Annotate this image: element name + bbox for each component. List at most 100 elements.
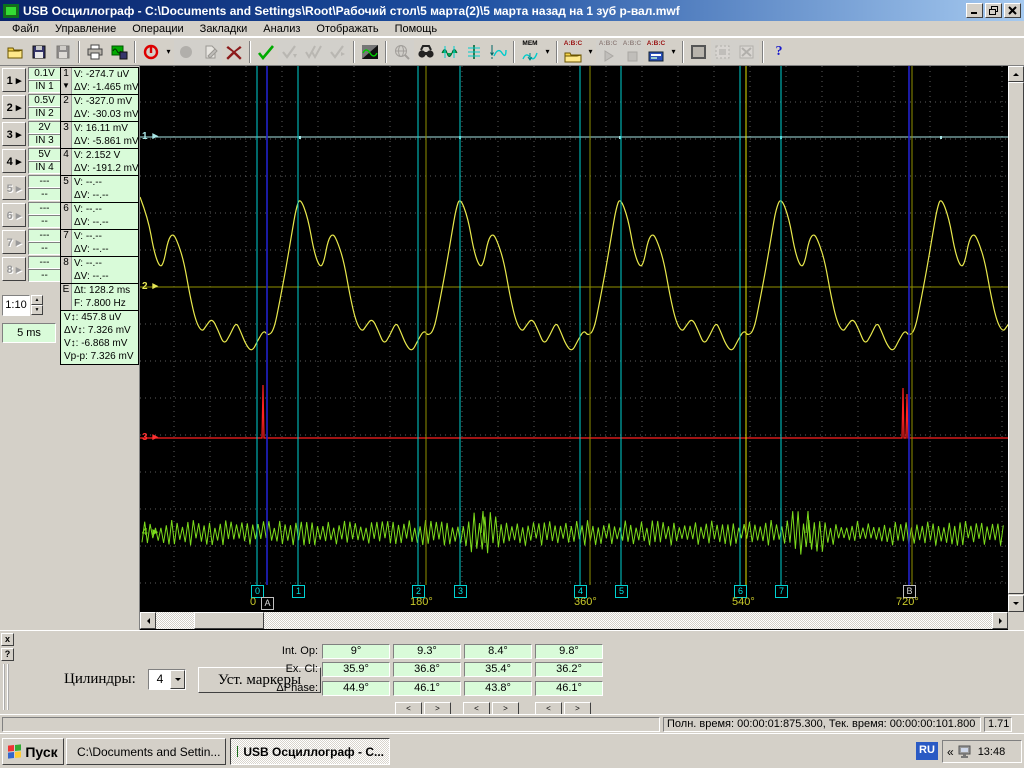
- abc-stop-button[interactable]: A:B:C: [620, 39, 644, 64]
- menu-item-5[interactable]: Отображать: [308, 22, 386, 36]
- cursor-levels-button[interactable]: [462, 39, 486, 64]
- channel-2-button[interactable]: 2 ▸: [2, 95, 26, 119]
- time-marker-5[interactable]: 5: [615, 585, 628, 598]
- menu-item-1[interactable]: Управление: [47, 22, 124, 36]
- abc-panel-dropdown[interactable]: ▾: [668, 40, 679, 64]
- channel-8-button[interactable]: 8 ▸: [2, 257, 26, 281]
- abc-panel-button[interactable]: A:B:C: [644, 39, 668, 64]
- channel-7-measurement-row: 7 V: --.-- ΔV: --.--: [61, 230, 138, 257]
- select-stipple-button[interactable]: [711, 39, 735, 64]
- minimize-button[interactable]: [966, 3, 983, 18]
- save-screen-image-button[interactable]: [107, 39, 131, 64]
- channel-1-button[interactable]: 1 ▸: [2, 68, 26, 92]
- scroll-up-button[interactable]: [1008, 66, 1024, 82]
- invert-screen-button[interactable]: [358, 39, 382, 64]
- help-button[interactable]: ?: [767, 39, 791, 64]
- channel-4-button[interactable]: 4 ▸: [2, 149, 26, 173]
- scroll-left-button[interactable]: [140, 612, 156, 629]
- power-icon: [142, 44, 160, 60]
- horizontal-scroll-thumb[interactable]: [194, 612, 264, 629]
- abc-play-button[interactable]: A:B:C: [596, 39, 620, 64]
- status-empty-field: [2, 717, 660, 732]
- taskbar-task-1[interactable]: USB Осциллограф - C...: [230, 738, 390, 765]
- channel-number: 3: [61, 122, 72, 148]
- cylinders-select[interactable]: 4: [148, 669, 186, 690]
- menu-item-3[interactable]: Закладки: [192, 22, 256, 36]
- panel-help-button[interactable]: ?: [1, 648, 14, 661]
- vertical-scroll-thumb[interactable]: [1008, 82, 1024, 594]
- apply-marker-button[interactable]: [254, 39, 278, 64]
- close-button[interactable]: [1004, 3, 1021, 18]
- open-file-button[interactable]: [3, 39, 27, 64]
- horizontal-scrollbar[interactable]: [140, 612, 1008, 629]
- apply-marker-down-button[interactable]: [278, 39, 302, 64]
- time-marker-1[interactable]: 1: [292, 585, 305, 598]
- channel-5-button[interactable]: 5 ▸: [2, 176, 26, 200]
- tray-chevron[interactable]: «: [947, 745, 954, 759]
- phase-cell-r1c1: 9°: [322, 644, 390, 659]
- cursor-wave-button[interactable]: [486, 39, 510, 64]
- attenuation-ratio-field[interactable]: 1:10: [2, 295, 30, 316]
- erase-record-button[interactable]: [222, 39, 246, 64]
- channel-voltage-value: V: 2.152 V ΔV: -191.2 mV: [74, 150, 139, 174]
- vertical-scrollbar[interactable]: [1008, 66, 1024, 612]
- phase-row-label: Ex. Cl:: [285, 663, 318, 675]
- clock: 13:48: [977, 745, 1006, 758]
- oscilloscope-icon: [237, 746, 239, 757]
- channel-5-measurement-row: 5 V: --.-- ΔV: --.--: [61, 176, 138, 203]
- search-button[interactable]: [414, 39, 438, 64]
- spin-down-button[interactable]: ▼: [31, 305, 43, 315]
- abc-open-dropdown[interactable]: ▾: [585, 40, 596, 64]
- channel-1-range-field: 0.1V: [28, 67, 61, 80]
- network-icon[interactable]: [958, 745, 974, 759]
- channel-4-trace-marker[interactable]: 4 ►: [142, 527, 160, 538]
- select-solid-button[interactable]: [687, 39, 711, 64]
- restore-button[interactable]: [985, 3, 1002, 18]
- stop-device-dropdown[interactable]: ▾: [163, 40, 174, 64]
- apply-marker-next-button[interactable]: [326, 39, 350, 64]
- save-file-button[interactable]: [27, 39, 51, 64]
- panel-close-button[interactable]: x: [1, 633, 14, 646]
- channel-7-button[interactable]: 7 ▸: [2, 230, 26, 254]
- measurements-column: 1 ▼ V: -274.7 uV ΔV: -1.465 mV 2 V: -327.0 mV…: [60, 67, 139, 365]
- taskbar-task-0[interactable]: C:\Documents and Settin...: [66, 738, 226, 765]
- memory-button[interactable]: MEM: [518, 39, 542, 64]
- stop-device-button[interactable]: [139, 39, 163, 64]
- menu-item-0[interactable]: Файл: [4, 22, 47, 36]
- channel-2-trace-marker[interactable]: 2 ►: [142, 281, 160, 292]
- invert-icon: [361, 44, 379, 60]
- language-indicator[interactable]: RU: [916, 742, 938, 760]
- menu-item-2[interactable]: Операции: [124, 22, 191, 36]
- channel-3-button[interactable]: 3 ▸: [2, 122, 26, 146]
- time-marker-3[interactable]: 3: [454, 585, 467, 598]
- floppy-icon: [54, 44, 72, 60]
- scroll-right-button[interactable]: [992, 612, 1008, 629]
- plot-area[interactable]: 1 ► 2 ► 3 ► 4 ► 0 1 2 3 4 5 6 7 B 0 A 180° 360° 540° 720°: [140, 66, 1024, 630]
- record-button[interactable]: [174, 39, 198, 64]
- cursor-measurement-line: V↕: 457.8 uV: [64, 312, 122, 323]
- channel-3-trace-marker[interactable]: 3 ►: [142, 432, 160, 443]
- scroll-down-button[interactable]: [1008, 595, 1024, 612]
- panel-grip[interactable]: [3, 664, 9, 710]
- print-button[interactable]: [83, 39, 107, 64]
- start-button[interactable]: Пуск: [2, 738, 64, 765]
- save-fragment-button[interactable]: [51, 39, 75, 64]
- select-clear-button[interactable]: [735, 39, 759, 64]
- time-marker-7[interactable]: 7: [775, 585, 788, 598]
- abc-open-button[interactable]: A:B:C: [561, 39, 585, 64]
- channel-6-button[interactable]: 6 ▸: [2, 203, 26, 227]
- e-values: Δt: 128.2 ms F: 7.800 Hz: [74, 285, 131, 309]
- memory-dropdown[interactable]: ▾: [542, 40, 553, 64]
- chevron-down-icon[interactable]: [170, 670, 185, 689]
- zoom-lens-button[interactable]: [390, 39, 414, 64]
- cursor-measure-button[interactable]: [438, 39, 462, 64]
- channel-1-trace-marker[interactable]: 1 ►: [142, 131, 160, 142]
- write-fragment-button[interactable]: [198, 39, 222, 64]
- menu-item-4[interactable]: Анализ: [255, 22, 308, 36]
- spin-up-button[interactable]: ▲: [31, 295, 43, 305]
- time-per-div-field: 5 ms: [2, 323, 56, 343]
- marker-a[interactable]: A: [261, 597, 274, 610]
- channel-voltage-value: V: -327.0 mV ΔV: -30.03 mV: [74, 96, 139, 120]
- apply-marker-double-button[interactable]: [302, 39, 326, 64]
- menu-item-6[interactable]: Помощь: [387, 22, 446, 36]
